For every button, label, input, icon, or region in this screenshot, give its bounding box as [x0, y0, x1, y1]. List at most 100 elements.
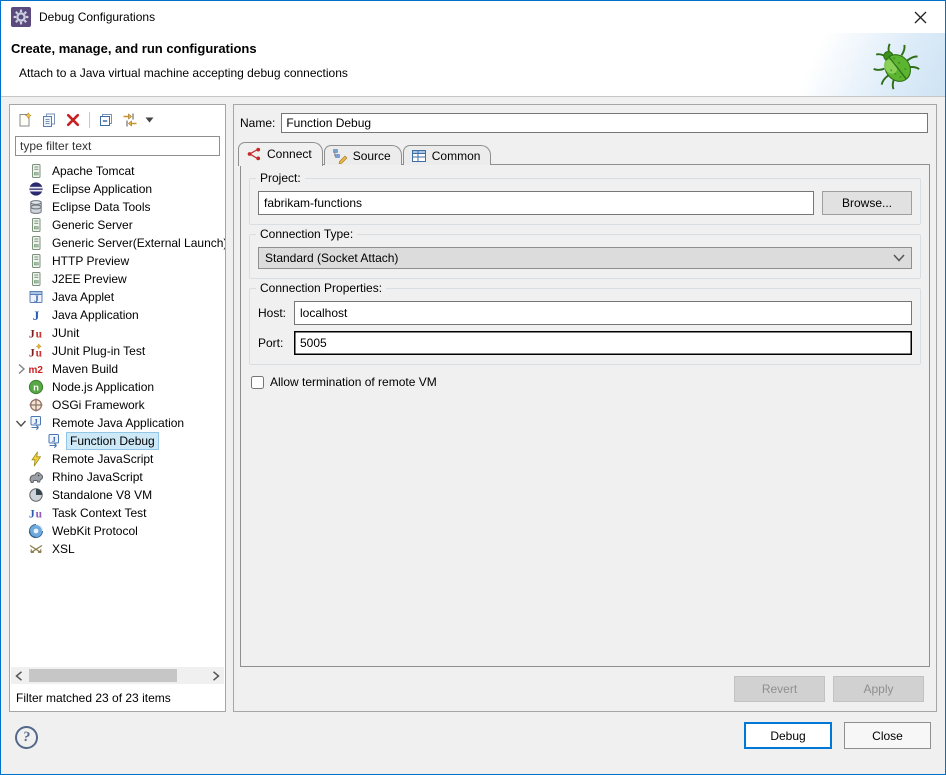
- maven-icon: m2: [28, 361, 44, 377]
- project-group: Project: Browse...: [249, 178, 921, 225]
- tree-item[interactable]: m2Maven Build: [10, 360, 225, 378]
- tree-item-label: HTTP Preview: [49, 253, 132, 269]
- banner-title: Create, manage, and run configurations: [11, 41, 257, 56]
- tab-source[interactable]: Source: [324, 145, 402, 165]
- tree-item[interactable]: OSGi Framework: [10, 396, 225, 414]
- database-icon: [28, 199, 44, 215]
- tree-item-label: Generic Server: [49, 217, 136, 233]
- help-icon[interactable]: ?: [14, 725, 40, 751]
- expander-spacer: [14, 307, 28, 323]
- apply-button[interactable]: Apply: [833, 676, 924, 702]
- server-icon: [28, 271, 44, 287]
- junit-plugin-icon: Ju: [28, 343, 44, 359]
- tree-item[interactable]: Generic Server(External Launch): [10, 234, 225, 252]
- tree-item[interactable]: Rhino JavaScript: [10, 468, 225, 486]
- scroll-left-icon[interactable]: [11, 668, 27, 683]
- xsl-icon: [28, 541, 44, 557]
- svg-text:J: J: [29, 509, 35, 521]
- horizontal-scrollbar[interactable]: [11, 667, 224, 684]
- tree-item[interactable]: n Node.js Application: [10, 378, 225, 396]
- tree-item-label: Rhino JavaScript: [49, 469, 146, 485]
- host-label: Host:: [258, 306, 294, 320]
- tree-item-label: Generic Server(External Launch): [49, 235, 225, 251]
- expander-spacer: [32, 433, 46, 449]
- banner-subtitle: Attach to a Java virtual machine accepti…: [19, 66, 348, 80]
- expander-spacer: [14, 325, 28, 341]
- tree-item-label: JUnit: [49, 325, 82, 341]
- delete-icon[interactable]: [62, 109, 84, 131]
- browse-button[interactable]: Browse...: [822, 191, 912, 215]
- expander-spacer: [14, 487, 28, 503]
- svg-text:J: J: [29, 329, 35, 341]
- tree-item[interactable]: JJava Applet: [10, 288, 225, 306]
- tree-item[interactable]: JFunction Debug: [10, 432, 225, 450]
- tree-item[interactable]: Eclipse Application: [10, 180, 225, 198]
- tree-item[interactable]: JuTask Context Test: [10, 504, 225, 522]
- port-input[interactable]: [294, 331, 912, 355]
- close-button[interactable]: Close: [844, 722, 931, 749]
- expander-spacer: [14, 271, 28, 287]
- collapse-all-icon[interactable]: [95, 109, 117, 131]
- tree-item-label: Node.js Application: [49, 379, 157, 395]
- expander-spacer: [14, 469, 28, 485]
- project-input[interactable]: [258, 191, 814, 215]
- gear-icon: [11, 7, 31, 27]
- new-configuration-icon[interactable]: [14, 109, 36, 131]
- tree-item[interactable]: WebKit Protocol: [10, 522, 225, 540]
- server-icon: [28, 163, 44, 179]
- common-tab-icon: [411, 148, 427, 164]
- connect-tab-icon: [246, 146, 262, 162]
- tree-item[interactable]: HTTP Preview: [10, 252, 225, 270]
- tab-connect[interactable]: Connect: [238, 142, 323, 166]
- scrollbar-thumb[interactable]: [29, 669, 177, 682]
- title-bar: Debug Configurations: [1, 1, 945, 33]
- host-input[interactable]: [294, 301, 912, 325]
- server-icon: [28, 235, 44, 251]
- tree-item[interactable]: Eclipse Data Tools: [10, 198, 225, 216]
- connection-type-select[interactable]: Standard (Socket Attach): [258, 247, 912, 269]
- tree-item[interactable]: Remote JavaScript: [10, 450, 225, 468]
- scrollbar-track[interactable]: [27, 668, 208, 683]
- tree-item[interactable]: JuJUnit Plug-in Test: [10, 342, 225, 360]
- tree-item[interactable]: JJava Application: [10, 306, 225, 324]
- allow-termination-checkbox[interactable]: [251, 376, 264, 389]
- tab-common[interactable]: Common: [403, 145, 492, 165]
- tree-item[interactable]: Generic Server: [10, 216, 225, 234]
- name-input[interactable]: [281, 113, 928, 133]
- filter-icon[interactable]: [119, 109, 141, 131]
- scroll-right-icon[interactable]: [208, 668, 224, 683]
- configurations-toolbar: [10, 105, 225, 134]
- tree-item-label: Eclipse Application: [49, 181, 155, 197]
- rhino-icon: [28, 469, 44, 485]
- dropdown-caret-icon[interactable]: [143, 109, 155, 131]
- expander-spacer: [14, 523, 28, 539]
- duplicate-icon[interactable]: [38, 109, 60, 131]
- tree-item[interactable]: JRemote Java Application: [10, 414, 225, 432]
- svg-text:J: J: [34, 417, 38, 426]
- tree-item-label: Apache Tomcat: [49, 163, 138, 179]
- collapse-chevron-down-icon[interactable]: [14, 415, 28, 431]
- svg-text:J: J: [29, 348, 35, 360]
- toolbar-separator: [89, 112, 90, 128]
- tree-item[interactable]: J2EE Preview: [10, 270, 225, 288]
- revert-button[interactable]: Revert: [734, 676, 825, 702]
- tree-item[interactable]: JuJUnit: [10, 324, 225, 342]
- filter-input[interactable]: [15, 136, 220, 156]
- port-label: Port:: [258, 336, 294, 350]
- svg-text:J: J: [52, 435, 56, 444]
- expand-chevron-right-icon[interactable]: [14, 361, 28, 377]
- v8-icon: [28, 487, 44, 503]
- java-applet-icon: J: [28, 289, 44, 305]
- svg-text:m2: m2: [29, 365, 44, 376]
- tab-label: Connect: [267, 147, 312, 161]
- expander-spacer: [14, 541, 28, 557]
- expander-spacer: [14, 379, 28, 395]
- connect-tab-content: Project: Browse... Connection Type: Stan…: [240, 164, 930, 667]
- tree-item[interactable]: XSL: [10, 540, 225, 558]
- window-close-icon[interactable]: [905, 4, 935, 30]
- tab-bar: Connect SourceCommon: [238, 141, 930, 165]
- tree-item[interactable]: Standalone V8 VM: [10, 486, 225, 504]
- debug-button[interactable]: Debug: [744, 722, 832, 749]
- tree-item[interactable]: Apache Tomcat: [10, 162, 225, 180]
- svg-text:n: n: [33, 383, 39, 394]
